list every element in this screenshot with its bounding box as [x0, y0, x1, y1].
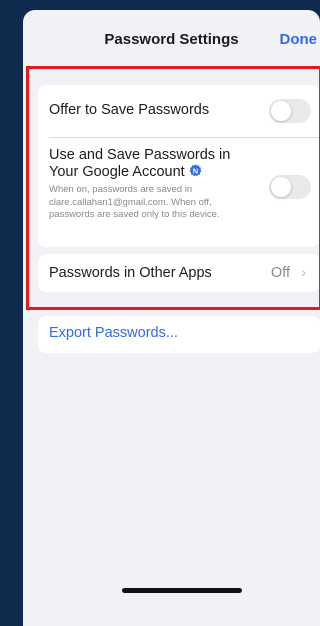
- offer-to-save-toggle[interactable]: [269, 99, 311, 123]
- password-saving-group: Offer to Save Passwords Use and Save Pas…: [38, 85, 320, 247]
- passwords-other-apps-label: Passwords in Other Apps: [49, 265, 212, 281]
- google-account-toggle[interactable]: [269, 175, 311, 199]
- done-button[interactable]: Done: [280, 31, 318, 48]
- google-account-description: When on, passwords are saved in clare.ca…: [49, 184, 220, 220]
- export-group: Export Passwords...: [38, 316, 320, 353]
- toggle-knob: [271, 101, 291, 121]
- export-passwords-row[interactable]: Export Passwords...: [38, 316, 320, 353]
- google-account-label-line1: Use and Save Passwords in: [49, 147, 231, 163]
- google-account-row: Use and Save Passwords in Your Google Ac…: [38, 138, 320, 247]
- chevron-right-icon: ›: [301, 264, 306, 280]
- navigation-bar: Password Settings Done: [23, 10, 320, 62]
- new-badge-icon: N: [189, 164, 202, 177]
- home-indicator: [122, 588, 242, 593]
- passwords-other-apps-value: Off: [270, 265, 290, 281]
- offer-to-save-label: Offer to Save Passwords: [49, 102, 210, 118]
- offer-to-save-row: Offer to Save Passwords: [38, 85, 320, 137]
- page-title: Password Settings: [104, 31, 239, 48]
- password-settings-sheet: Password Settings Done Offer to Save Pas…: [23, 10, 320, 626]
- passwords-other-apps-row[interactable]: Passwords in Other Apps Off ›: [38, 254, 320, 292]
- toggle-knob: [271, 177, 291, 197]
- other-apps-group: Passwords in Other Apps Off ›: [38, 254, 320, 292]
- google-account-label-text: Your Google Account: [49, 164, 185, 180]
- export-passwords-link[interactable]: Export Passwords...: [49, 325, 178, 341]
- new-badge-letter: N: [193, 166, 198, 175]
- device-frame: Password Settings Done Offer to Save Pas…: [0, 0, 320, 626]
- google-account-label-line2: Your Google Account N: [49, 164, 202, 181]
